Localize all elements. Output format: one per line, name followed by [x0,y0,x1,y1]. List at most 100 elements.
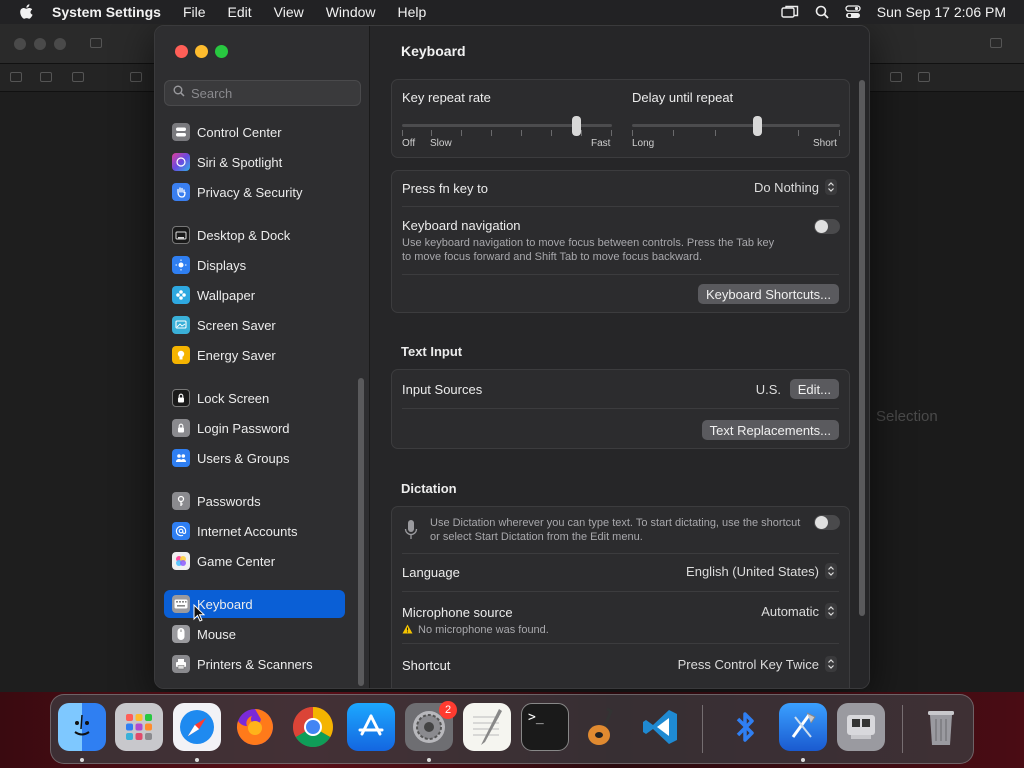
menu-window[interactable]: Window [315,4,387,20]
key-repeat-slider[interactable] [402,116,612,136]
sidebar-item-label: Mouse [197,626,237,642]
zoom-button[interactable] [215,45,228,58]
garageband-icon[interactable] [579,703,627,751]
sidebar-item-label: Energy Saver [197,347,276,363]
divider [402,408,839,409]
sidebar-item-label: Control Center [197,124,282,140]
search-field[interactable] [164,80,361,106]
terminal-icon[interactable]: >_ [521,703,569,751]
sidebar-item-label: Displays [197,257,247,273]
launchpad-icon[interactable] [115,703,163,751]
sidebar-item-printers-scanners[interactable]: Printers & Scanners [164,650,345,678]
sidebar-item-label: Login Password [197,420,290,436]
sidebar-item-displays[interactable]: Displays [164,251,345,279]
text-replacements-button[interactable]: Text Replacements... [701,420,839,440]
safari-icon[interactable] [173,703,221,751]
sidebar-item-label: Screen Saver [197,317,276,333]
dock-separator [702,705,703,753]
menu-file[interactable]: File [172,4,217,20]
fn-key-label: Press fn key to [402,181,488,196]
delay-repeat-knob[interactable] [752,116,762,136]
apple-menu-icon[interactable] [0,4,52,20]
microphone-source-popup[interactable]: Automatic [761,603,837,619]
minimize-button[interactable] [195,45,208,58]
sidebar-item-mouse[interactable]: Mouse [164,620,345,648]
sidebar-item-users-groups[interactable]: Users & Groups [164,444,345,472]
key-repeat-card: Key repeat rate Off Slow Fast Delay unti… [391,79,850,158]
text-input-card: Input Sources U.S. Edit... Text Replacem… [391,369,850,449]
search-input[interactable] [191,85,351,101]
background-panel-icon [990,38,1002,48]
boot-camp-icon[interactable] [837,703,885,751]
bluetooth-icon[interactable] [721,703,769,751]
sidebar-item-wallpaper[interactable]: Wallpaper [164,281,345,309]
sidebar-item-internet-accounts[interactable]: Internet Accounts [164,517,345,545]
chrome-icon[interactable] [289,703,337,751]
divider [402,643,839,644]
sidebar-item-privacy-security[interactable]: Privacy & Security [164,178,345,206]
divider [402,591,839,592]
textedit-icon[interactable] [463,703,511,751]
sidebar-item-game-center[interactable]: Game Center [164,547,345,575]
system-settings-window: Control Center Siri & Spotlight Privacy … [154,25,870,689]
finder-icon[interactable] [58,703,106,751]
close-button[interactable] [175,45,188,58]
delay-repeat-slider[interactable] [632,116,840,136]
text-input-section-title: Text Input [401,344,463,359]
bulb-icon [172,346,190,364]
dictation-card: Use Dictation wherever you can type text… [391,506,850,688]
chevron-updown-icon [825,603,837,619]
key-icon [172,492,190,510]
sidebar-item-screen-saver[interactable]: Screen Saver [164,311,345,339]
keyboard-navigation-toggle[interactable] [814,219,840,234]
flower-icon [172,286,190,304]
menu-edit[interactable]: Edit [217,4,263,20]
keyboard-shortcuts-button[interactable]: Keyboard Shortcuts... [697,284,839,304]
sidebar-item-siri-spotlight[interactable]: Siri & Spotlight [164,148,345,176]
sidebar-item-login-password[interactable]: Login Password [164,414,345,442]
vscode-icon[interactable] [637,703,685,751]
sidebar-item-control-center[interactable]: Control Center [164,118,345,146]
content-scrollbar[interactable] [859,80,865,616]
keyboard-navigation-description-2: to move focus forward and Shift Tab to m… [402,251,703,263]
sidebar-item-lock-screen[interactable]: Lock Screen [164,384,345,412]
menu-app-name[interactable]: System Settings [52,4,172,20]
spotlight-search-icon[interactable] [815,5,829,19]
app-store-icon[interactable] [347,703,395,751]
sidebar: Control Center Siri & Spotlight Privacy … [155,26,370,688]
dictation-language-label: Language [402,565,460,580]
keyboard-navigation-label: Keyboard navigation [402,218,521,233]
screen-saver-icon [172,316,190,334]
input-sources-edit-button[interactable]: Edit... [789,379,839,399]
users-icon [172,449,190,467]
notification-badge: 2 [439,701,457,719]
sidebar-item-passwords[interactable]: Passwords [164,487,345,515]
fn-key-popup[interactable]: Do Nothing [754,179,837,195]
dictation-language-popup[interactable]: English (United States) [686,563,837,579]
dock-separator [902,705,903,753]
microphone-icon [404,519,418,546]
content-pane: Keyboard Key repeat rate Off Slow Fast D… [371,26,869,688]
at-icon [172,522,190,540]
menu-help[interactable]: Help [387,4,438,20]
screen-mirroring-icon[interactable] [781,5,799,19]
sidebar-item-keyboard[interactable]: Keyboard [164,590,345,618]
sidebar-scrollbar[interactable] [358,378,364,686]
key-repeat-knob[interactable] [572,116,582,136]
key-repeat-fast-label: Fast [591,138,611,149]
dictation-shortcut-popup[interactable]: Press Control Key Twice [678,656,837,672]
sidebar-item-label: Printers & Scanners [197,656,313,672]
page-title: Keyboard [401,43,466,59]
chevron-updown-icon [825,179,837,195]
running-indicator [195,758,199,762]
menu-view[interactable]: View [263,4,315,20]
control-center-menu-icon[interactable] [845,5,861,19]
trash-icon[interactable] [917,703,965,751]
sidebar-item-desktop-dock[interactable]: Desktop & Dock [164,221,345,249]
menu-clock[interactable]: Sun Sep 17 2:06 PM [877,4,1006,20]
xcode-icon[interactable] [779,703,827,751]
dictation-toggle[interactable] [814,515,840,530]
background-tool-icon [40,72,52,82]
sidebar-item-energy-saver[interactable]: Energy Saver [164,341,345,369]
firefox-icon[interactable] [231,703,279,751]
